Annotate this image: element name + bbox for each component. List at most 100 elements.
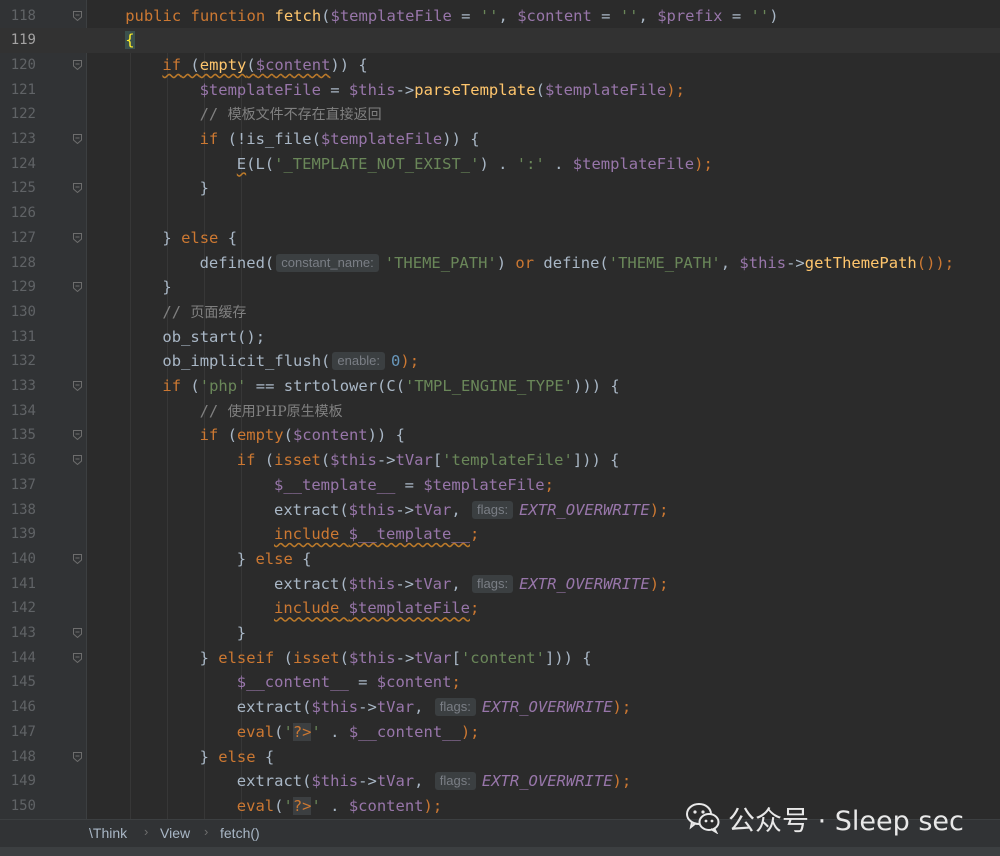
code-line[interactable]: 122 // 模板文件不存在直接返回 bbox=[0, 102, 1000, 127]
code-token: 'TMPL_ENGINE_TYPE' bbox=[405, 377, 574, 395]
code-text: extract($this->tVar, flags: EXTR_OVERWRIT… bbox=[274, 498, 668, 523]
code-text: defined(constant_name: 'THEME_PATH') or d… bbox=[200, 251, 954, 276]
fold-marker-icon[interactable] bbox=[73, 10, 82, 21]
code-line[interactable]: 120 if (empty($content)) { bbox=[0, 53, 1000, 78]
fold-marker-icon[interactable] bbox=[73, 381, 82, 391]
code-token: $content bbox=[255, 55, 331, 74]
code-token: -> bbox=[395, 80, 415, 99]
code-line[interactable]: 118 public function fetch($templateFile =… bbox=[0, 4, 1000, 29]
code-line[interactable]: 146 extract($this->tVar, flags: EXTR_OVERW… bbox=[0, 695, 1000, 720]
breadcrumb-item-method[interactable]: fetch() bbox=[220, 824, 260, 842]
line-number: 122 bbox=[10, 106, 36, 123]
fold-marker-icon[interactable] bbox=[73, 134, 82, 144]
line-number: 134 bbox=[10, 402, 36, 419]
code-line[interactable]: 144} elseif (isset($this->tVar['content'… bbox=[0, 646, 1000, 671]
code-line[interactable]: 145 $__content__ = $content; bbox=[0, 670, 1000, 695]
breadcrumb-item-class[interactable]: View bbox=[160, 824, 190, 842]
code-line[interactable]: 124 E(L('_TEMPLATE_NOT_EXIST_') . ':' . $… bbox=[0, 152, 1000, 177]
fold-marker-icon[interactable] bbox=[73, 628, 82, 638]
code-text: ob_start(); bbox=[162, 325, 265, 350]
code-token: $this bbox=[311, 772, 359, 791]
code-line[interactable]: 126 bbox=[0, 201, 1000, 226]
code-token: $templateFile bbox=[348, 599, 470, 618]
fold-marker-icon[interactable] bbox=[73, 59, 82, 70]
fold-marker-icon[interactable] bbox=[73, 652, 82, 663]
line-number: 120 bbox=[10, 56, 36, 73]
line-number: 143 bbox=[10, 625, 36, 641]
code-text: } bbox=[237, 621, 246, 646]
code-token: 模板文件不存在直接返回 bbox=[227, 107, 382, 124]
code-token: ); bbox=[694, 154, 713, 173]
code-line[interactable]: 140} else { bbox=[0, 547, 1000, 572]
fold-marker-icon[interactable] bbox=[73, 455, 82, 466]
code-line[interactable]: 121 $templateFile = $this->parseTemplate(… bbox=[0, 78, 1000, 103]
code-token: -> bbox=[786, 253, 805, 272]
code-line[interactable]: 125} bbox=[0, 176, 1000, 201]
code-line[interactable]: 129} bbox=[0, 275, 1000, 300]
code-token: ); bbox=[649, 500, 669, 519]
code-token: ( bbox=[246, 55, 256, 74]
code-text: if ('php' == strtolower(C('TMPL_ENGINE_T… bbox=[162, 374, 619, 399]
fold-marker-icon[interactable] bbox=[73, 232, 82, 243]
line-number: 135 bbox=[10, 427, 36, 444]
code-token: include bbox=[274, 525, 349, 544]
code-line[interactable]: 148} else { bbox=[0, 745, 1000, 770]
code-token: . bbox=[320, 796, 349, 815]
code-line[interactable]: 132 ob_implicit_flush(enable: 0); bbox=[0, 349, 1000, 374]
code-token: . bbox=[320, 722, 349, 741]
code-line[interactable]: 147 eval('?>' . $__content__); bbox=[0, 720, 1000, 745]
code-line[interactable]: 142 include $templateFile; bbox=[0, 596, 1000, 621]
code-line[interactable]: 138 extract($this->tVar, flags: EXTR_OVERW… bbox=[0, 498, 1000, 523]
code-line[interactable]: 136 if (isset($this->tVar['templateFile']… bbox=[0, 448, 1000, 473]
code-text: $__content__ = $content; bbox=[237, 670, 461, 695]
code-token: $this bbox=[330, 451, 377, 470]
code-line[interactable]: 131 ob_start(); bbox=[0, 325, 1000, 350]
code-token: ) . bbox=[479, 154, 517, 173]
code-token: } bbox=[236, 624, 247, 642]
line-number: 141 bbox=[10, 575, 36, 592]
code-line[interactable]: 123 if (!is_file($templateFile)) { bbox=[0, 127, 1000, 152]
code-token: isset bbox=[292, 648, 340, 667]
fold-marker-icon[interactable] bbox=[73, 282, 82, 293]
code-line[interactable]: 137 $__template__ = $templateFile; bbox=[0, 473, 1000, 498]
code-line[interactable]: 127} else { bbox=[0, 226, 1000, 251]
code-token: if bbox=[199, 426, 219, 445]
code-text: if (empty($content)) { bbox=[162, 53, 367, 78]
code-line[interactable]: 139 include $__template__; bbox=[0, 522, 1000, 547]
code-token: ); bbox=[460, 722, 480, 741]
code-line[interactable]: 130 // 页面缓存 bbox=[0, 300, 1000, 325]
fold-marker-icon[interactable] bbox=[73, 183, 82, 194]
code-token: empty bbox=[236, 426, 284, 445]
code-text: extract($this->tVar, flags: EXTR_OVERWRIT… bbox=[237, 769, 631, 794]
fold-marker-icon[interactable] bbox=[73, 430, 82, 441]
code-editor[interactable]: 118 public function fetch($templateFile =… bbox=[0, 0, 1000, 819]
code-token: tVar bbox=[395, 451, 433, 470]
code-line[interactable]: 143} bbox=[0, 621, 1000, 646]
code-token: '' bbox=[619, 6, 639, 25]
code-token: include bbox=[274, 599, 349, 618]
code-line[interactable]: 141 extract($this->tVar, flags: EXTR_OVERW… bbox=[0, 572, 1000, 597]
code-token: $content bbox=[376, 673, 452, 692]
code-line[interactable]: 134 // 使用PHP原生模板 bbox=[0, 399, 1000, 424]
code-line[interactable]: 133 if ('php' == strtolower(C('TMPL_ENGIN… bbox=[0, 374, 1000, 399]
code-token: ( bbox=[283, 426, 293, 445]
code-line[interactable]: 135 if (empty($content)) { bbox=[0, 423, 1000, 448]
code-token: (L( bbox=[246, 154, 275, 173]
fold-marker-icon[interactable] bbox=[73, 553, 82, 564]
chevron-right-icon: › bbox=[144, 824, 149, 839]
code-token: ); bbox=[612, 698, 632, 717]
line-number: 150 bbox=[10, 797, 36, 814]
breadcrumb-item-namespace[interactable]: \Think bbox=[89, 824, 127, 842]
code-token: ' bbox=[311, 796, 321, 815]
line-number: 124 bbox=[10, 155, 36, 172]
code-token: tVar bbox=[414, 648, 452, 667]
code-token: ])) { bbox=[544, 648, 592, 667]
code-token: ()); bbox=[916, 253, 955, 272]
code-line[interactable]: 128 defined(constant_name: 'THEME_PATH') o… bbox=[0, 251, 1000, 276]
code-token: ?> bbox=[292, 796, 312, 815]
code-line[interactable]: 119 { bbox=[0, 28, 1000, 53]
code-token: ':' bbox=[516, 154, 545, 173]
code-token: ( bbox=[321, 6, 331, 25]
fold-marker-icon[interactable] bbox=[73, 751, 82, 762]
code-line[interactable]: 149 extract($this->tVar, flags: EXTR_OVERW… bbox=[0, 769, 1000, 794]
